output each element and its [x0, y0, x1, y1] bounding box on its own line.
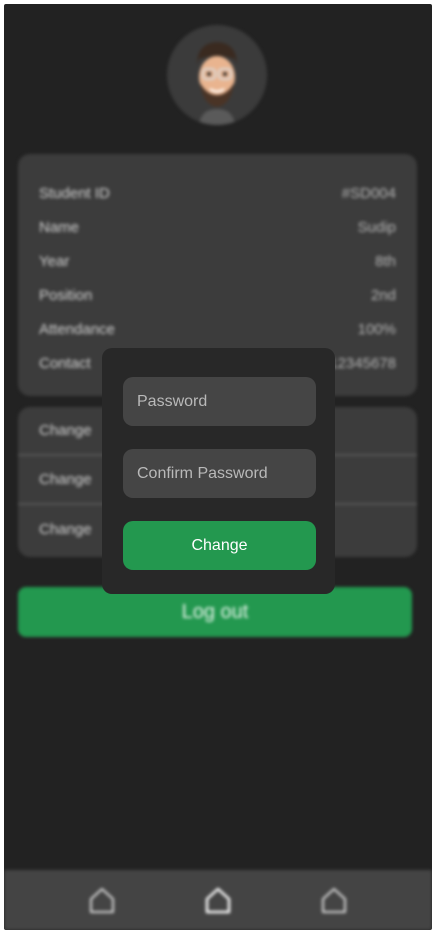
info-label: Position [39, 286, 93, 304]
info-row-name: Name Sudip [39, 210, 396, 244]
password-input[interactable] [123, 377, 316, 426]
logout-button[interactable]: Log out [18, 587, 412, 637]
info-value: Sudip [357, 218, 396, 236]
nav-home-button-1[interactable] [82, 880, 122, 920]
app-screen: Student ID #SD004 Name Sudip Year 8th Po… [4, 4, 432, 930]
nav-home-button-2[interactable] [198, 880, 238, 920]
info-value: 8th [375, 252, 396, 270]
info-value: 100% [357, 320, 396, 338]
info-row-student-id: Student ID #SD004 [39, 176, 396, 210]
info-label: Year [39, 252, 70, 270]
change-password-button[interactable]: Change [123, 521, 316, 570]
home-icon [322, 888, 346, 913]
change-password-modal: Change [102, 348, 335, 594]
info-value: 2nd [370, 286, 396, 304]
avatar [167, 25, 267, 125]
info-label: Attendance [39, 320, 115, 338]
info-label: Contact [39, 354, 91, 372]
confirm-password-input[interactable] [123, 449, 316, 498]
info-value: 12345678 [329, 354, 396, 372]
info-row-year: Year 8th [39, 244, 396, 278]
info-value: #SD004 [341, 184, 396, 202]
info-label: Name [39, 218, 80, 236]
info-row-position: Position 2nd [39, 278, 396, 312]
info-label: Student ID [39, 184, 110, 202]
home-icon [90, 888, 114, 913]
memoji-avatar-icon [167, 25, 267, 125]
nav-home-button-3[interactable] [314, 880, 354, 920]
home-icon [205, 887, 231, 914]
bottom-nav [4, 870, 432, 930]
info-row-attendance: Attendance 100% [39, 312, 396, 346]
